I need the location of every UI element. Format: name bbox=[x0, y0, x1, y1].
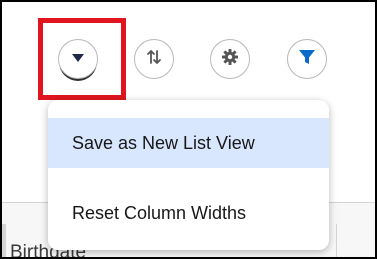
list-view-dropdown-menu: Save as New List View Reset Column Width… bbox=[48, 100, 329, 250]
menu-item-reset-column-widths[interactable]: Reset Column Widths bbox=[48, 188, 329, 238]
sort-arrows-icon bbox=[145, 48, 163, 71]
sort-button[interactable] bbox=[134, 39, 174, 79]
settings-button[interactable] bbox=[210, 39, 250, 79]
filter-icon bbox=[298, 48, 316, 71]
filter-button[interactable] bbox=[287, 39, 327, 79]
menu-item-label: Reset Column Widths bbox=[72, 202, 247, 223]
column-divider[interactable] bbox=[2, 224, 6, 257]
menu-item-label: Save as New List View bbox=[72, 132, 255, 153]
gear-icon bbox=[221, 48, 239, 71]
menu-item-save-as-new-list-view[interactable]: Save as New List View bbox=[48, 118, 329, 168]
highlight-annotation bbox=[38, 18, 126, 100]
column-divider-right[interactable] bbox=[336, 224, 337, 257]
screenshot-frame: Birthdate Save as New List View Reset Co… bbox=[0, 0, 377, 259]
